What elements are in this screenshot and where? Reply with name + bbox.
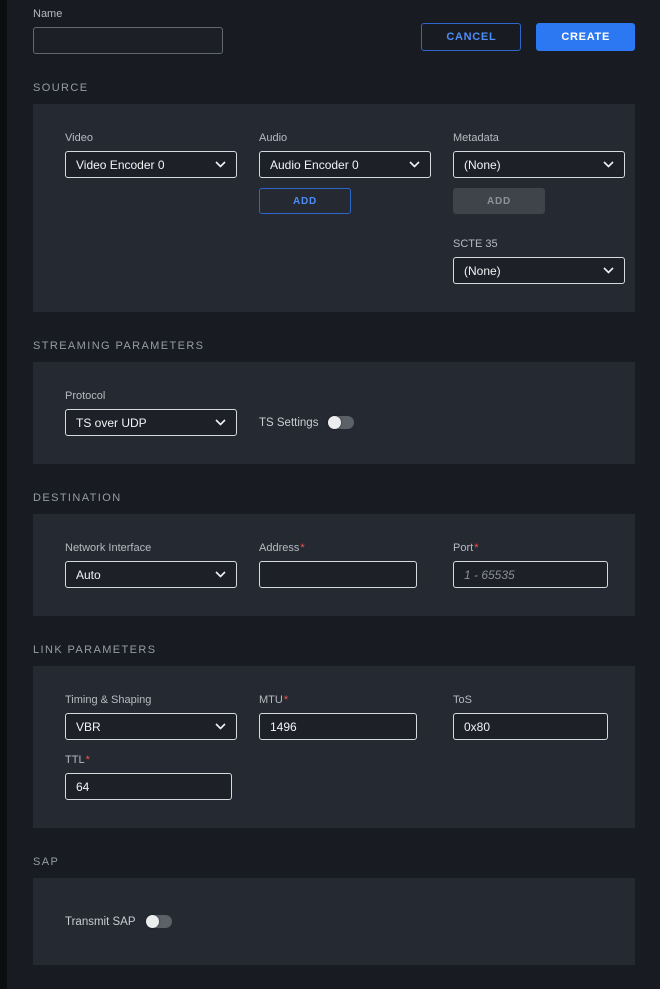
- audio-add-cell: ADD: [259, 178, 431, 214]
- required-marker: *: [284, 694, 288, 706]
- audio-select[interactable]: Audio Encoder 0: [259, 151, 431, 178]
- tos-input[interactable]: [453, 713, 608, 740]
- spacer: [453, 390, 625, 436]
- timing-shaping-field-group: Timing & Shaping VBR: [65, 694, 237, 740]
- audio-label: Audio: [259, 132, 431, 144]
- ts-settings-group: TS Settings: [259, 409, 431, 436]
- streaming-section-title: STREAMING PARAMETERS: [33, 340, 660, 352]
- transmit-sap-label: Transmit SAP: [65, 916, 136, 928]
- ttl-field-group: TTL*: [65, 754, 237, 800]
- tos-field-group: ToS: [453, 694, 625, 740]
- spacer: [65, 178, 237, 214]
- create-button[interactable]: CREATE: [536, 23, 635, 51]
- audio-select-value: Audio Encoder 0: [270, 158, 359, 172]
- address-field-group: Address*: [259, 542, 431, 588]
- metadata-select[interactable]: (None): [453, 151, 625, 178]
- protocol-label: Protocol: [65, 390, 237, 402]
- streaming-panel: Protocol TS over UDP TS Settings: [33, 362, 635, 464]
- video-label: Video: [65, 132, 237, 144]
- name-field-group: Name: [33, 8, 223, 54]
- video-field-group: Video Video Encoder 0: [65, 132, 237, 178]
- transmit-sap-group: Transmit SAP: [65, 908, 172, 935]
- chevron-down-icon: [215, 571, 226, 578]
- network-interface-label: Network Interface: [65, 542, 237, 554]
- port-field-group: Port*: [453, 542, 625, 588]
- sap-section-title: SAP: [33, 856, 660, 868]
- chevron-down-icon: [409, 161, 420, 168]
- name-label: Name: [33, 8, 223, 20]
- required-marker: *: [474, 542, 478, 554]
- address-label: Address*: [259, 542, 431, 554]
- sap-panel: Transmit SAP: [33, 878, 635, 965]
- form-header: Name CANCEL CREATE: [7, 8, 660, 54]
- form-actions: CANCEL CREATE: [421, 23, 635, 51]
- scte35-label: SCTE 35: [453, 238, 625, 250]
- ts-settings-toggle[interactable]: [328, 416, 354, 429]
- destination-section-title: DESTINATION: [33, 492, 660, 504]
- toggle-knob: [328, 416, 341, 429]
- link-section-title: LINK PARAMETERS: [33, 644, 660, 656]
- source-section-title: SOURCE: [33, 82, 660, 94]
- mtu-input[interactable]: [259, 713, 417, 740]
- metadata-select-value: (None): [464, 158, 501, 172]
- network-interface-select[interactable]: Auto: [65, 561, 237, 588]
- spacer: [259, 214, 431, 284]
- chevron-down-icon: [215, 161, 226, 168]
- transmit-sap-toggle[interactable]: [146, 915, 172, 928]
- mtu-field-group: MTU*: [259, 694, 431, 740]
- port-input[interactable]: [453, 561, 608, 588]
- spacer: [259, 740, 431, 800]
- timing-shaping-label: Timing & Shaping: [65, 694, 237, 706]
- scte35-field-group: SCTE 35 (None): [453, 238, 625, 284]
- metadata-label: Metadata: [453, 132, 625, 144]
- timing-shaping-select-value: VBR: [76, 720, 101, 734]
- scte35-select[interactable]: (None): [453, 257, 625, 284]
- source-panel: Video Video Encoder 0 Audio Audio Encode…: [33, 104, 635, 312]
- add-audio-button[interactable]: ADD: [259, 188, 351, 214]
- chevron-down-icon: [215, 723, 226, 730]
- timing-shaping-select[interactable]: VBR: [65, 713, 237, 740]
- scte35-select-value: (None): [464, 264, 501, 278]
- chevron-down-icon: [215, 419, 226, 426]
- network-interface-select-value: Auto: [76, 568, 101, 582]
- chevron-down-icon: [603, 267, 614, 274]
- add-metadata-button: ADD: [453, 188, 545, 214]
- toggle-knob: [146, 915, 159, 928]
- spacer: [453, 740, 625, 800]
- required-marker: *: [86, 754, 90, 766]
- video-select[interactable]: Video Encoder 0: [65, 151, 237, 178]
- audio-field-group: Audio Audio Encoder 0: [259, 132, 431, 178]
- chevron-down-icon: [603, 161, 614, 168]
- protocol-select[interactable]: TS over UDP: [65, 409, 237, 436]
- protocol-select-value: TS over UDP: [76, 416, 147, 430]
- create-stream-form: Name CANCEL CREATE SOURCE Video Video En…: [7, 0, 660, 989]
- port-label: Port*: [453, 542, 625, 554]
- metadata-field-group: Metadata (None): [453, 132, 625, 178]
- tos-label: ToS: [453, 694, 625, 706]
- ts-settings-label: TS Settings: [259, 417, 318, 429]
- video-select-value: Video Encoder 0: [76, 158, 165, 172]
- ttl-label: TTL*: [65, 754, 237, 766]
- required-marker: *: [300, 542, 304, 554]
- name-input[interactable]: [33, 27, 223, 54]
- address-input[interactable]: [259, 561, 417, 588]
- metadata-add-cell: ADD: [453, 178, 625, 214]
- link-panel: Timing & Shaping VBR MTU* ToS TTL*: [33, 666, 635, 828]
- spacer: [65, 214, 237, 284]
- protocol-field-group: Protocol TS over UDP: [65, 390, 237, 436]
- mtu-label: MTU*: [259, 694, 431, 706]
- ttl-input[interactable]: [65, 773, 232, 800]
- destination-panel: Network Interface Auto Address* Port*: [33, 514, 635, 616]
- network-interface-field-group: Network Interface Auto: [65, 542, 237, 588]
- cancel-button[interactable]: CANCEL: [421, 23, 521, 51]
